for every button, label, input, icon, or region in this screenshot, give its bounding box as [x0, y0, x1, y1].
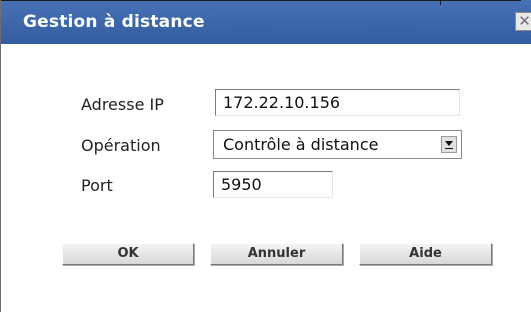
port-field[interactable]: 5950	[213, 171, 333, 198]
title-bar[interactable]: Gestion à distance	[1, 0, 531, 44]
dialog-title: Gestion à distance	[23, 12, 205, 32]
help-button[interactable]: Aide	[359, 243, 492, 265]
ok-button[interactable]: OK	[62, 243, 194, 265]
port-label: Port	[81, 176, 113, 195]
remote-management-dialog: Gestion à distance ✕ Adresse IP 172.22.1…	[0, 0, 531, 312]
top-border-tick	[440, 0, 441, 5]
operation-select-value: Contrôle à distance	[223, 135, 379, 154]
cancel-button[interactable]: Annuler	[210, 243, 343, 265]
ip-address-label: Adresse IP	[81, 95, 164, 114]
chevron-down-icon[interactable]	[441, 136, 457, 153]
close-icon[interactable]: ✕	[515, 12, 531, 31]
operation-select[interactable]: Contrôle à distance	[213, 130, 462, 159]
close-glyph: ✕	[518, 12, 531, 30]
operation-label: Opération	[81, 136, 161, 155]
top-border	[1, 0, 521, 1]
ip-address-field[interactable]: 172.22.10.156	[215, 89, 460, 116]
